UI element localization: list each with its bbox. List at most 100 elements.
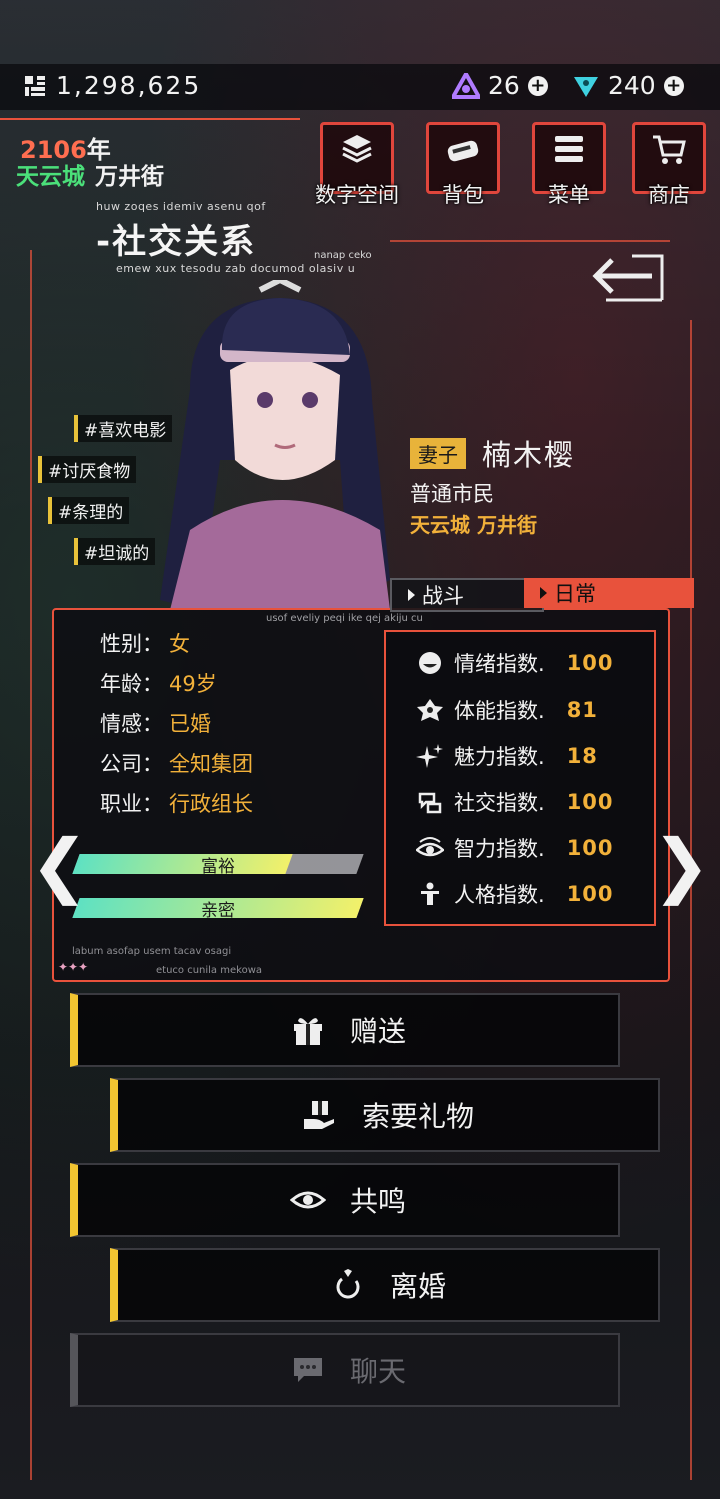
page-title: -社交关系 bbox=[96, 222, 257, 262]
stat-label: 魅力指数. bbox=[454, 745, 545, 769]
cyan-resource: 240 + bbox=[572, 71, 684, 100]
gift-button[interactable]: 赠送 bbox=[70, 993, 620, 1067]
stat-value: 100 bbox=[566, 836, 614, 860]
social-icon bbox=[418, 792, 442, 814]
stat-social: 社交指数. 100 bbox=[416, 787, 614, 817]
character-status: 普通市民 bbox=[410, 482, 494, 506]
digital-space-button[interactable]: 数字空间 bbox=[315, 122, 399, 207]
panel-caption: etuco cunila mekowa bbox=[156, 965, 262, 976]
stat-mood: 情绪指数. 100 bbox=[416, 648, 614, 678]
gift-button-label: 赠送 bbox=[349, 1015, 406, 1048]
character-name: 楠木樱 bbox=[482, 438, 576, 472]
eye-icon bbox=[289, 1191, 326, 1209]
chat-button[interactable]: 聊天 bbox=[70, 1333, 620, 1407]
info-label: 职业： bbox=[100, 792, 163, 816]
info-relationship: 情感： 已婚 bbox=[100, 708, 211, 738]
divorce-button-label: 离婚 bbox=[389, 1270, 446, 1303]
decorative-stars-icon: ✦✦✦ bbox=[58, 960, 89, 974]
cyan-gem-icon bbox=[574, 76, 598, 97]
back-arrow-icon bbox=[592, 254, 664, 302]
bag-icon bbox=[447, 140, 479, 162]
wealth-bar: 富裕 bbox=[72, 854, 364, 877]
stat-value: 100 bbox=[566, 790, 614, 814]
prev-character-button[interactable]: ❮ bbox=[30, 830, 89, 900]
relation-role-badge: 妻子 bbox=[410, 438, 466, 469]
info-occupation: 职业： 行政组长 bbox=[100, 788, 253, 818]
broken-ring-icon bbox=[336, 1269, 360, 1299]
back-button[interactable] bbox=[592, 250, 672, 306]
resonance-button[interactable]: 共鸣 bbox=[70, 1163, 620, 1237]
stat-value: 81 bbox=[566, 698, 598, 722]
next-character-button[interactable]: ❯ bbox=[652, 830, 711, 900]
shop-button[interactable]: 商店 bbox=[632, 122, 706, 207]
stat-label: 情绪指数. bbox=[454, 652, 545, 676]
title-tag: nanap ceko bbox=[314, 250, 372, 261]
bag-button[interactable]: 背包 bbox=[426, 122, 500, 207]
wealth-bar-label: 富裕 bbox=[201, 857, 235, 877]
purple-crystal-icon bbox=[452, 72, 480, 99]
intimacy-bar-label: 亲密 bbox=[201, 901, 235, 921]
request-gift-button-label: 索要礼物 bbox=[361, 1100, 474, 1133]
info-label: 情感： bbox=[100, 712, 163, 736]
tab-daily-label: 日常 bbox=[554, 582, 596, 606]
trait-tag: #坦诚的 bbox=[74, 538, 156, 565]
stat-charm: 魅力指数. 18 bbox=[416, 741, 598, 771]
purple-resource-count: 26 bbox=[488, 71, 520, 100]
menu-button[interactable]: 菜单 bbox=[532, 122, 606, 207]
stat-label: 智力指数. bbox=[454, 837, 545, 861]
info-label: 性别： bbox=[100, 632, 163, 656]
chat-button-label: 聊天 bbox=[349, 1355, 406, 1388]
trait-tag: #讨厌食物 bbox=[38, 456, 137, 483]
tab-daily[interactable]: 日常 bbox=[524, 578, 694, 608]
title-caption-top: huw zoqes idemiv asenu qof bbox=[96, 200, 266, 213]
divorce-button[interactable]: 离婚 bbox=[110, 1248, 660, 1322]
tab-caption: usof eveliy peqi ike qej akiju cu bbox=[266, 613, 423, 624]
current-street: 万井街 bbox=[95, 164, 164, 190]
shop-label: 商店 bbox=[648, 183, 690, 207]
request-gift-button[interactable]: 索要礼物 bbox=[110, 1078, 660, 1152]
menu-label: 菜单 bbox=[548, 183, 590, 207]
stat-intellect: 智力指数. 100 bbox=[416, 833, 614, 863]
tab-arrow-icon bbox=[408, 589, 415, 601]
receive-gift-icon bbox=[303, 1101, 334, 1129]
info-label: 公司： bbox=[100, 752, 163, 776]
add-purple-button[interactable]: + bbox=[527, 75, 548, 96]
coin-balance: 1,298,625 bbox=[56, 71, 202, 100]
info-value: 49岁 bbox=[169, 672, 217, 696]
trait-tag: #喜欢电影 bbox=[74, 415, 173, 442]
intimacy-bar: 亲密 bbox=[72, 898, 364, 921]
panel-caption: labum asofap usem tacav osagi bbox=[72, 946, 232, 957]
current-place: 天云城 万井街 bbox=[16, 157, 164, 191]
stat-stamina: 体能指数. 81 bbox=[416, 695, 598, 725]
tab-battle[interactable]: 战斗 bbox=[390, 578, 544, 612]
stat-label: 人格指数. bbox=[454, 883, 545, 907]
info-label: 年龄： bbox=[100, 672, 163, 696]
current-city: 天云城 bbox=[16, 164, 85, 190]
info-value: 已婚 bbox=[169, 712, 211, 736]
smile-icon bbox=[419, 652, 441, 674]
character-portrait bbox=[160, 280, 390, 610]
info-value: 女 bbox=[169, 632, 190, 656]
stat-value: 100 bbox=[566, 651, 614, 675]
stat-value: 100 bbox=[566, 882, 614, 906]
person-icon bbox=[421, 882, 439, 905]
info-value: 全知集团 bbox=[169, 752, 253, 776]
stat-label: 社交指数. bbox=[454, 791, 545, 815]
info-gender: 性别：女 bbox=[100, 628, 190, 658]
character-location: 天云城 万井街 bbox=[410, 513, 537, 537]
info-age: 年龄： 49岁 bbox=[100, 668, 217, 698]
sparkle-icon bbox=[416, 744, 443, 768]
info-value: 行政组长 bbox=[169, 792, 253, 816]
gift-icon bbox=[293, 1018, 322, 1045]
add-cyan-button[interactable]: + bbox=[663, 75, 684, 96]
menu-icon bbox=[555, 136, 583, 162]
bag-label: 背包 bbox=[442, 183, 484, 207]
eye-icon bbox=[416, 837, 444, 857]
stat-personality: 人格指数. 100 bbox=[416, 879, 614, 909]
stamina-icon bbox=[417, 699, 443, 721]
resonance-button-label: 共鸣 bbox=[349, 1185, 406, 1218]
currency-icon bbox=[25, 76, 45, 96]
layers-icon bbox=[342, 135, 372, 163]
stat-value: 18 bbox=[566, 744, 598, 768]
cart-icon bbox=[653, 135, 686, 164]
